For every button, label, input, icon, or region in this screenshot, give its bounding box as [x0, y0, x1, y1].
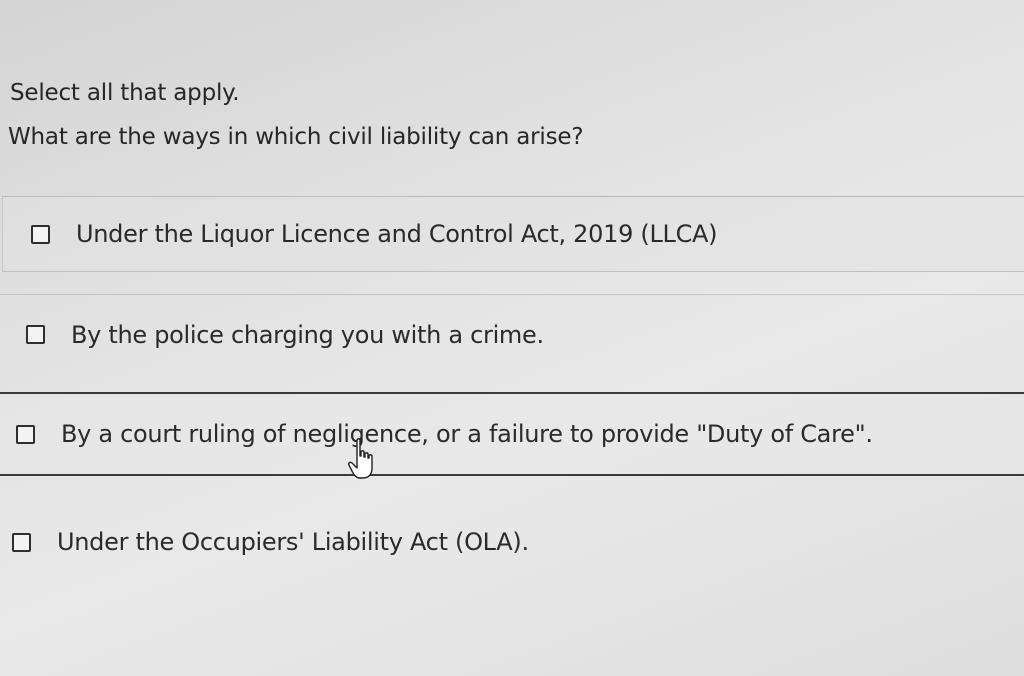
checkbox-ola[interactable]	[12, 532, 31, 552]
checkbox-court-negligence[interactable]	[16, 424, 35, 444]
option-label-court-negligence[interactable]: By a court ruling of negligence, or a fa…	[61, 420, 873, 448]
option-police-charge[interactable]: By the police charging you with a crime.	[0, 294, 1024, 374]
option-label-ola[interactable]: Under the Occupiers' Liability Act (OLA)…	[57, 528, 529, 556]
option-label-llca[interactable]: Under the Liquor Licence and Control Act…	[76, 220, 718, 248]
option-llca[interactable]: Under the Liquor Licence and Control Act…	[2, 196, 1024, 272]
option-label-police-charge[interactable]: By the police charging you with a crime.	[71, 321, 544, 349]
checkbox-llca[interactable]	[31, 224, 50, 244]
quiz-page: Select all that apply. What are the ways…	[0, 0, 1024, 676]
question-text: What are the ways in which civil liabili…	[8, 124, 584, 150]
instruction-text: Select all that apply.	[10, 80, 240, 106]
checkbox-police-charge[interactable]	[26, 325, 45, 344]
option-ola[interactable]: Under the Occupiers' Liability Act (OLA)…	[0, 500, 1024, 584]
option-court-negligence[interactable]: By a court ruling of negligence, or a fa…	[0, 392, 1024, 476]
